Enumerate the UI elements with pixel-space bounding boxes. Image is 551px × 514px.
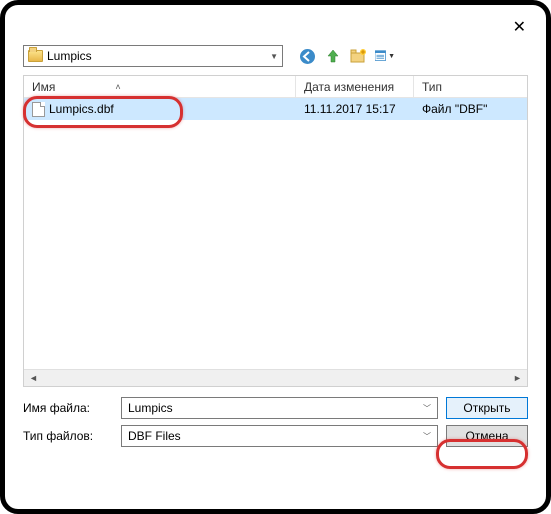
- button-label: Отмена: [465, 429, 508, 443]
- chevron-down-icon: ﹀: [423, 403, 431, 414]
- horizontal-scrollbar[interactable]: ◄ ►: [24, 369, 527, 386]
- filename-label: Имя файла:: [23, 401, 113, 415]
- button-label: Открыть: [463, 401, 510, 415]
- filetype-label: Тип файлов:: [23, 429, 113, 443]
- up-icon[interactable]: [323, 46, 343, 66]
- path-label: Lumpics: [47, 49, 92, 63]
- chevron-down-icon: ▼: [270, 52, 278, 61]
- column-header-type[interactable]: Тип: [414, 76, 527, 97]
- filename-value: Lumpics: [128, 401, 173, 415]
- file-date: 11.11.2017 15:17: [304, 102, 396, 116]
- back-icon[interactable]: [297, 46, 317, 66]
- cancel-button[interactable]: Отмена: [446, 425, 528, 447]
- scroll-right-icon[interactable]: ►: [510, 372, 525, 385]
- column-header-date[interactable]: Дата изменения: [296, 76, 414, 97]
- sort-asc-icon: ˄: [115, 82, 120, 92]
- column-label: Дата изменения: [304, 80, 394, 94]
- close-icon[interactable]: ✕: [513, 17, 526, 37]
- chevron-down-icon: ▼: [388, 53, 395, 60]
- file-icon: [32, 102, 45, 117]
- filename-input[interactable]: Lumpics ﹀: [121, 397, 438, 419]
- list-item[interactable]: Lumpics.dbf 11.11.2017 15:17 Файл "DBF": [24, 98, 527, 120]
- folder-icon: [28, 50, 43, 62]
- column-label: Тип: [422, 80, 442, 94]
- file-name: Lumpics.dbf: [49, 102, 114, 116]
- column-label: Имя: [32, 80, 55, 94]
- chevron-down-icon: ﹀: [423, 431, 431, 442]
- open-button[interactable]: Открыть: [446, 397, 528, 419]
- new-folder-icon[interactable]: [349, 46, 369, 66]
- filetype-select[interactable]: DBF Files ﹀: [121, 425, 438, 447]
- scroll-left-icon[interactable]: ◄: [26, 372, 41, 385]
- path-dropdown[interactable]: Lumpics ▼: [23, 45, 283, 67]
- column-header-name[interactable]: Имя ˄: [24, 76, 296, 97]
- file-type: Файл "DBF": [422, 102, 487, 116]
- views-icon[interactable]: ▼: [375, 46, 395, 66]
- filetype-value: DBF Files: [128, 429, 181, 443]
- file-list: Имя ˄ Дата изменения Тип Lumpics.dbf 11.…: [23, 75, 528, 387]
